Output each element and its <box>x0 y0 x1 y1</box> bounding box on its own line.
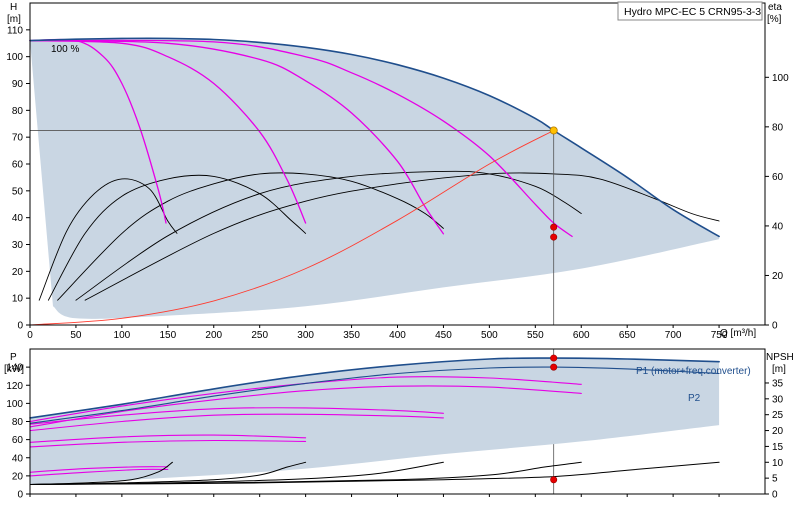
power-axis-tick-label: 100 <box>6 399 23 410</box>
q-axis-tick-label: 300 <box>297 330 314 341</box>
eta-axis-tick-label: 80 <box>772 122 784 133</box>
npsh-axis-tick-label: 35 <box>772 378 784 389</box>
power-axis-tick-label: 0 <box>17 490 23 501</box>
power-axis-tick-label: 120 <box>6 381 23 392</box>
q-axis-tick-label: 250 <box>251 330 268 341</box>
power-duty-marker <box>550 354 558 362</box>
head-axis-tick-label: 50 <box>12 186 24 197</box>
npsh-duty-marker <box>550 476 558 484</box>
p2-curve-label: P2 <box>688 393 701 404</box>
eta-axis-tick-label: 40 <box>772 221 784 232</box>
pump-curve-chart: 0 10 20 30 40 50 60 70 80 90 100 110 0 20 40 60 80 100 0 50… <box>0 0 800 520</box>
q-axis-tick-label: 0 <box>27 330 33 341</box>
q-axis-tick-label: 50 <box>70 330 82 341</box>
npsh-axis-tick-label: 15 <box>772 442 784 453</box>
eta-axis-tick-label: 100 <box>772 73 789 84</box>
npsh-axis-tick-label: 5 <box>772 474 778 485</box>
q-axis-tick-label: 450 <box>435 330 452 341</box>
npsh-axis-unit: [m] <box>772 364 786 375</box>
head-axis-tick-label: 60 <box>12 160 24 171</box>
operating-region <box>30 38 720 319</box>
head-axis-tick-label: 90 <box>12 79 24 90</box>
chart-title: Hydro MPC-EC 5 CRN95-3-3 <box>624 6 761 18</box>
eta-axis-tick-label: 0 <box>772 321 778 332</box>
head-axis-tick-label: 10 <box>12 294 24 305</box>
head-axis-tick-label: 40 <box>12 213 24 224</box>
q-axis-tick-label: 350 <box>343 330 360 341</box>
eta-axis-tick-label: 20 <box>772 271 784 282</box>
head-axis-tick-label: 20 <box>12 267 24 278</box>
head-axis-tick-label: 100 <box>6 52 23 63</box>
npsh-axis-tick-label: 0 <box>772 490 778 501</box>
q-axis-tick-label: 200 <box>205 330 222 341</box>
power-axis-tick-label: 20 <box>12 471 24 482</box>
eta-axis-label: eta <box>768 2 782 13</box>
power-axis-tick-label: 60 <box>12 435 24 446</box>
p1-curve-label: P1 (motor+freq.converter) <box>636 366 751 377</box>
q-axis-label: Q [m³/h] <box>720 328 756 339</box>
head-axis-label: H <box>10 2 17 13</box>
npsh-axis-label: NPSH <box>766 352 794 363</box>
head-axis-unit: [m] <box>7 14 21 25</box>
q-axis-tick-label: 550 <box>527 330 544 341</box>
power-duty-marker <box>550 363 558 371</box>
pump-curve-svg: 01020304050607080901001100204060801000 50… <box>4 1 794 501</box>
speed-percent-label: 100 % <box>51 44 79 55</box>
power-axis-tick-label: 40 <box>12 453 24 464</box>
npsh-axis-tick-label: 25 <box>772 410 784 421</box>
npsh-axis-tick-label: 10 <box>772 458 784 469</box>
q-axis-tick-label: 500 <box>481 330 498 341</box>
q-axis-tick-label: 150 <box>159 330 176 341</box>
q-axis-tick-label: 400 <box>389 330 406 341</box>
head-axis-tick-label: 70 <box>12 133 24 144</box>
power-axis-tick-label: 80 <box>12 417 24 428</box>
head-axis-tick-label: 30 <box>12 240 24 251</box>
q-axis-tick-label: 650 <box>619 330 636 341</box>
efficiency-duty-marker <box>550 223 558 231</box>
eta-axis-unit: [%] <box>767 14 782 25</box>
eta-axis-tick-label: 60 <box>772 172 784 183</box>
head-axis-tick-label: 0 <box>17 321 23 332</box>
duty-point <box>549 126 558 135</box>
q-axis-tick-label: 700 <box>665 330 682 341</box>
q-axis-tick-label: 100 <box>114 330 131 341</box>
npsh-axis-tick-label: 20 <box>772 426 784 437</box>
power-axis-label: P <box>10 352 17 363</box>
power-axis-unit: [kW] <box>4 364 24 375</box>
efficiency-duty-marker <box>550 233 558 241</box>
power-region <box>30 358 720 485</box>
head-axis-tick-label: 110 <box>7 25 23 36</box>
head-axis-tick-label: 80 <box>12 106 24 117</box>
q-axis-tick-label: 600 <box>573 330 590 341</box>
npsh-axis-tick-label: 30 <box>772 394 784 405</box>
